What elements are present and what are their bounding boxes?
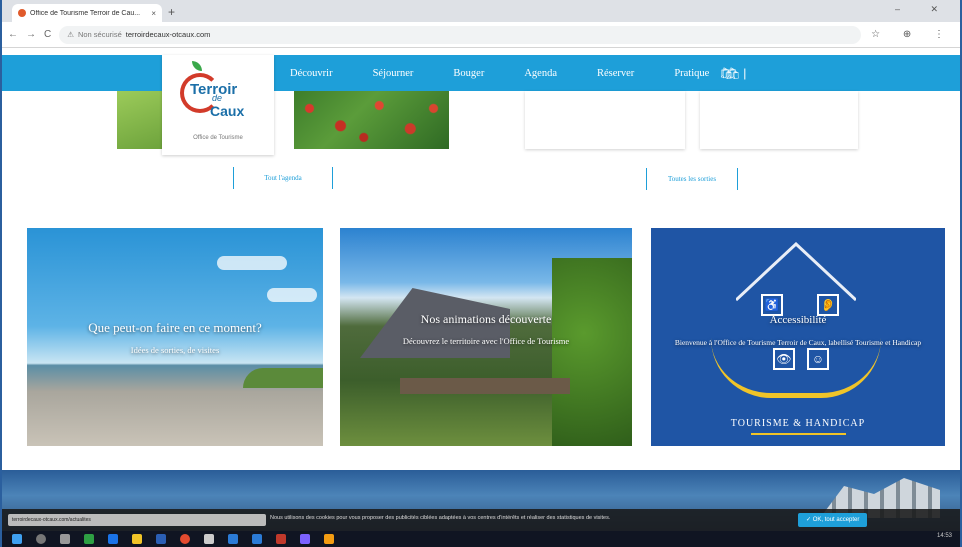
url-text[interactable]: terroirdecaux-otcaux.com	[126, 30, 211, 39]
toolbar-actions[interactable]: ☆ ⊕ ⋮	[871, 29, 954, 40]
feature-subtitle: Bienvenue à l'Office de Tourisme Terroir…	[674, 338, 922, 347]
feature-title: Accessibilité	[769, 314, 827, 326]
app-icon[interactable]	[324, 534, 334, 544]
cloud-shape	[267, 288, 317, 302]
feature-card-animations[interactable]: Nos animations découverte Découvrez le t…	[340, 228, 632, 446]
os-taskbar: 14:53	[2, 531, 960, 547]
browser-toolbar: ← → C ⚠ Non sécurisé terroirdecaux-otcau…	[2, 22, 960, 48]
site-logo[interactable]: Terroir de Caux Office de Tourisme	[162, 55, 274, 155]
menu-item-agenda[interactable]: Agenda	[524, 68, 557, 79]
outlook-icon[interactable]	[252, 534, 262, 544]
menu-item-decouvrir[interactable]: Découvrir	[290, 68, 333, 79]
warning-icon[interactable]: ⚠	[67, 30, 74, 39]
edge-icon[interactable]	[108, 534, 118, 544]
leaf-icon	[192, 61, 202, 71]
all-events-link[interactable]: Tout l'agenda	[233, 167, 333, 189]
bridge-shape	[400, 378, 570, 394]
menu-item-pratique[interactable]: Pratique	[674, 68, 709, 79]
excel-icon[interactable]	[84, 534, 94, 544]
close-tab-icon[interactable]: ×	[151, 9, 156, 18]
word-icon[interactable]	[228, 534, 238, 544]
lock-icon[interactable]	[204, 534, 214, 544]
brand-underline	[751, 433, 846, 435]
window-controls[interactable]: – ✕	[895, 4, 952, 15]
forward-button[interactable]: →	[26, 29, 36, 40]
cookie-banner: terroirdecaux-otcaux.com/actualites Nous…	[2, 509, 960, 531]
folder-icon[interactable]	[132, 534, 142, 544]
back-button[interactable]: ←	[8, 29, 18, 40]
start-icon[interactable]	[12, 534, 22, 544]
system-clock[interactable]: 14:53	[937, 533, 952, 539]
new-tab-button[interactable]: +	[168, 5, 175, 19]
cloud-shape	[217, 256, 287, 270]
tourisme-handicap-label: TOURISME & HANDICAP	[730, 418, 866, 429]
logo-subtitle: Office de Tourisme	[193, 135, 243, 141]
task-view-icon[interactable]	[60, 534, 70, 544]
menu-item-sejourner[interactable]: Séjourner	[373, 68, 414, 79]
status-url-chip: terroirdecaux-otcaux.com/actualites	[8, 514, 266, 526]
browser-tab[interactable]: Office de Tourisme Terroir de Cau... ×	[12, 4, 162, 22]
teams-icon[interactable]	[300, 534, 310, 544]
feature-subtitle: Découvrez le territoire avec l'Office de…	[402, 336, 570, 346]
tree-shape	[552, 258, 632, 446]
browser-window: Office de Tourisme Terroir de Cau... × +…	[0, 0, 962, 547]
wheelchair-icon: ♿	[761, 294, 783, 316]
site-navbar: Découvrir Séjourner Bouger Agenda Réserv…	[2, 55, 960, 91]
all-offers-link[interactable]: Toutes les sorties	[646, 168, 738, 190]
logo-line-2: de	[212, 93, 223, 103]
tab-title: Office de Tourisme Terroir de Cau...	[30, 9, 141, 17]
feature-card-now[interactable]: Que peut-on faire en ce moment? Idées de…	[27, 228, 323, 446]
event-card[interactable]	[700, 91, 858, 149]
feature-title: Que peut-on faire en ce moment?	[88, 320, 262, 335]
logo-line-3: Caux	[210, 103, 245, 119]
apples-image[interactable]	[294, 91, 449, 149]
mail-icon[interactable]	[156, 534, 166, 544]
cliff-shape	[243, 368, 323, 388]
address-bar[interactable]: ⚠ Non sécurisé terroirdecaux-otcaux.com	[59, 25, 862, 44]
reload-button[interactable]: C	[44, 29, 51, 40]
favicon-icon	[18, 9, 26, 17]
feature-card-accessibility[interactable]: ♿ 👂 👁 ☺ Accessibilité Bienvenue à l'Offi…	[651, 228, 945, 446]
acrobat-icon[interactable]	[276, 534, 286, 544]
menu-item-reserver[interactable]: Réserver	[597, 68, 634, 79]
feature-title: Nos animations découverte	[420, 312, 552, 326]
search-icon[interactable]	[36, 534, 46, 544]
basket-icon[interactable]: 🛍	[726, 67, 740, 80]
menu-item-bouger[interactable]: Bouger	[453, 68, 484, 79]
hearing-icon: 👂	[817, 294, 839, 316]
not-secure-label: Non sécurisé	[77, 30, 122, 39]
feature-subtitle: Idées de sorties, de visites	[130, 345, 220, 355]
cookie-text: Nous utilisons des cookies pour vous pro…	[270, 515, 611, 521]
house-outline-icon	[736, 242, 856, 302]
chrome-icon[interactable]	[180, 534, 190, 544]
main-menu: Découvrir Séjourner Bouger Agenda Réserv…	[290, 55, 746, 91]
accept-cookies-button[interactable]: ✓ OK, tout accepter	[798, 513, 868, 527]
menu-separator: |	[743, 66, 747, 80]
event-card[interactable]	[525, 91, 685, 149]
tab-strip: Office de Tourisme Terroir de Cau... × +…	[2, 0, 960, 22]
